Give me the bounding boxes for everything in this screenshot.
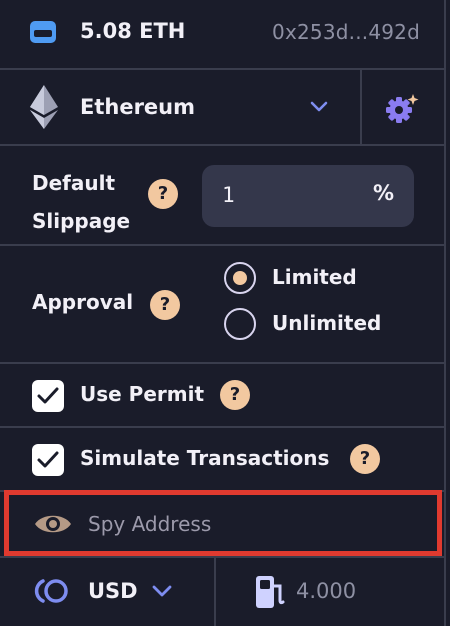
network-name[interactable]: Ethereum (80, 95, 195, 119)
gas-pump-icon (256, 576, 285, 608)
approval-help-icon[interactable]: ? (150, 290, 180, 320)
divider (214, 558, 216, 626)
simulate-transactions-row: Simulate Transactions ? (0, 428, 446, 492)
check-icon (37, 451, 59, 468)
footer-row: USD 4.000 (0, 556, 446, 626)
settings-gear-icon[interactable] (384, 92, 420, 124)
currency-icon[interactable] (32, 576, 72, 606)
network-row: Ethereum (0, 70, 446, 146)
chevron-down-icon[interactable] (150, 582, 174, 600)
chevron-down-icon[interactable] (308, 98, 330, 116)
approval-label: Approval (32, 290, 134, 314)
spy-address-row (0, 490, 446, 556)
wallet-header: 5.08 ETH 0x253d...492d (0, 0, 446, 70)
radio-unlimited[interactable] (224, 308, 256, 340)
simulate-transactions-help-icon[interactable]: ? (350, 444, 380, 474)
currency-label[interactable]: USD (88, 579, 138, 603)
radio-unlimited-label[interactable]: Unlimited (272, 311, 381, 335)
wallet-icon (30, 21, 56, 43)
highlight-box (4, 490, 442, 556)
wallet-address[interactable]: 0x253d...492d (272, 20, 420, 44)
ethereum-icon (30, 85, 58, 129)
gas-price: 4.000 (296, 579, 357, 603)
wallet-balance: 5.08 ETH (80, 19, 186, 43)
simulate-transactions-label[interactable]: Simulate Transactions (80, 446, 329, 470)
use-permit-label[interactable]: Use Permit (80, 382, 204, 406)
percent-unit: % (372, 181, 394, 205)
check-icon (37, 387, 59, 404)
use-permit-help-icon[interactable]: ? (220, 380, 250, 410)
settings-panel: 5.08 ETH 0x253d...492d Ethereum Default … (0, 0, 446, 626)
slippage-field: % (202, 165, 414, 227)
approval-row: Approval ? Limited Unlimited (0, 246, 446, 364)
radio-limited-label[interactable]: Limited (272, 265, 357, 289)
simulate-transactions-checkbox[interactable] (32, 444, 64, 476)
slippage-help-icon[interactable]: ? (148, 179, 178, 209)
use-permit-row: Use Permit ? (0, 364, 446, 428)
radio-limited[interactable] (224, 262, 256, 294)
use-permit-checkbox[interactable] (32, 380, 64, 412)
divider (360, 70, 362, 144)
slippage-row: Default Slippage ? % (0, 146, 446, 246)
slippage-label: Default Slippage (32, 171, 131, 233)
slippage-input[interactable] (222, 179, 362, 211)
